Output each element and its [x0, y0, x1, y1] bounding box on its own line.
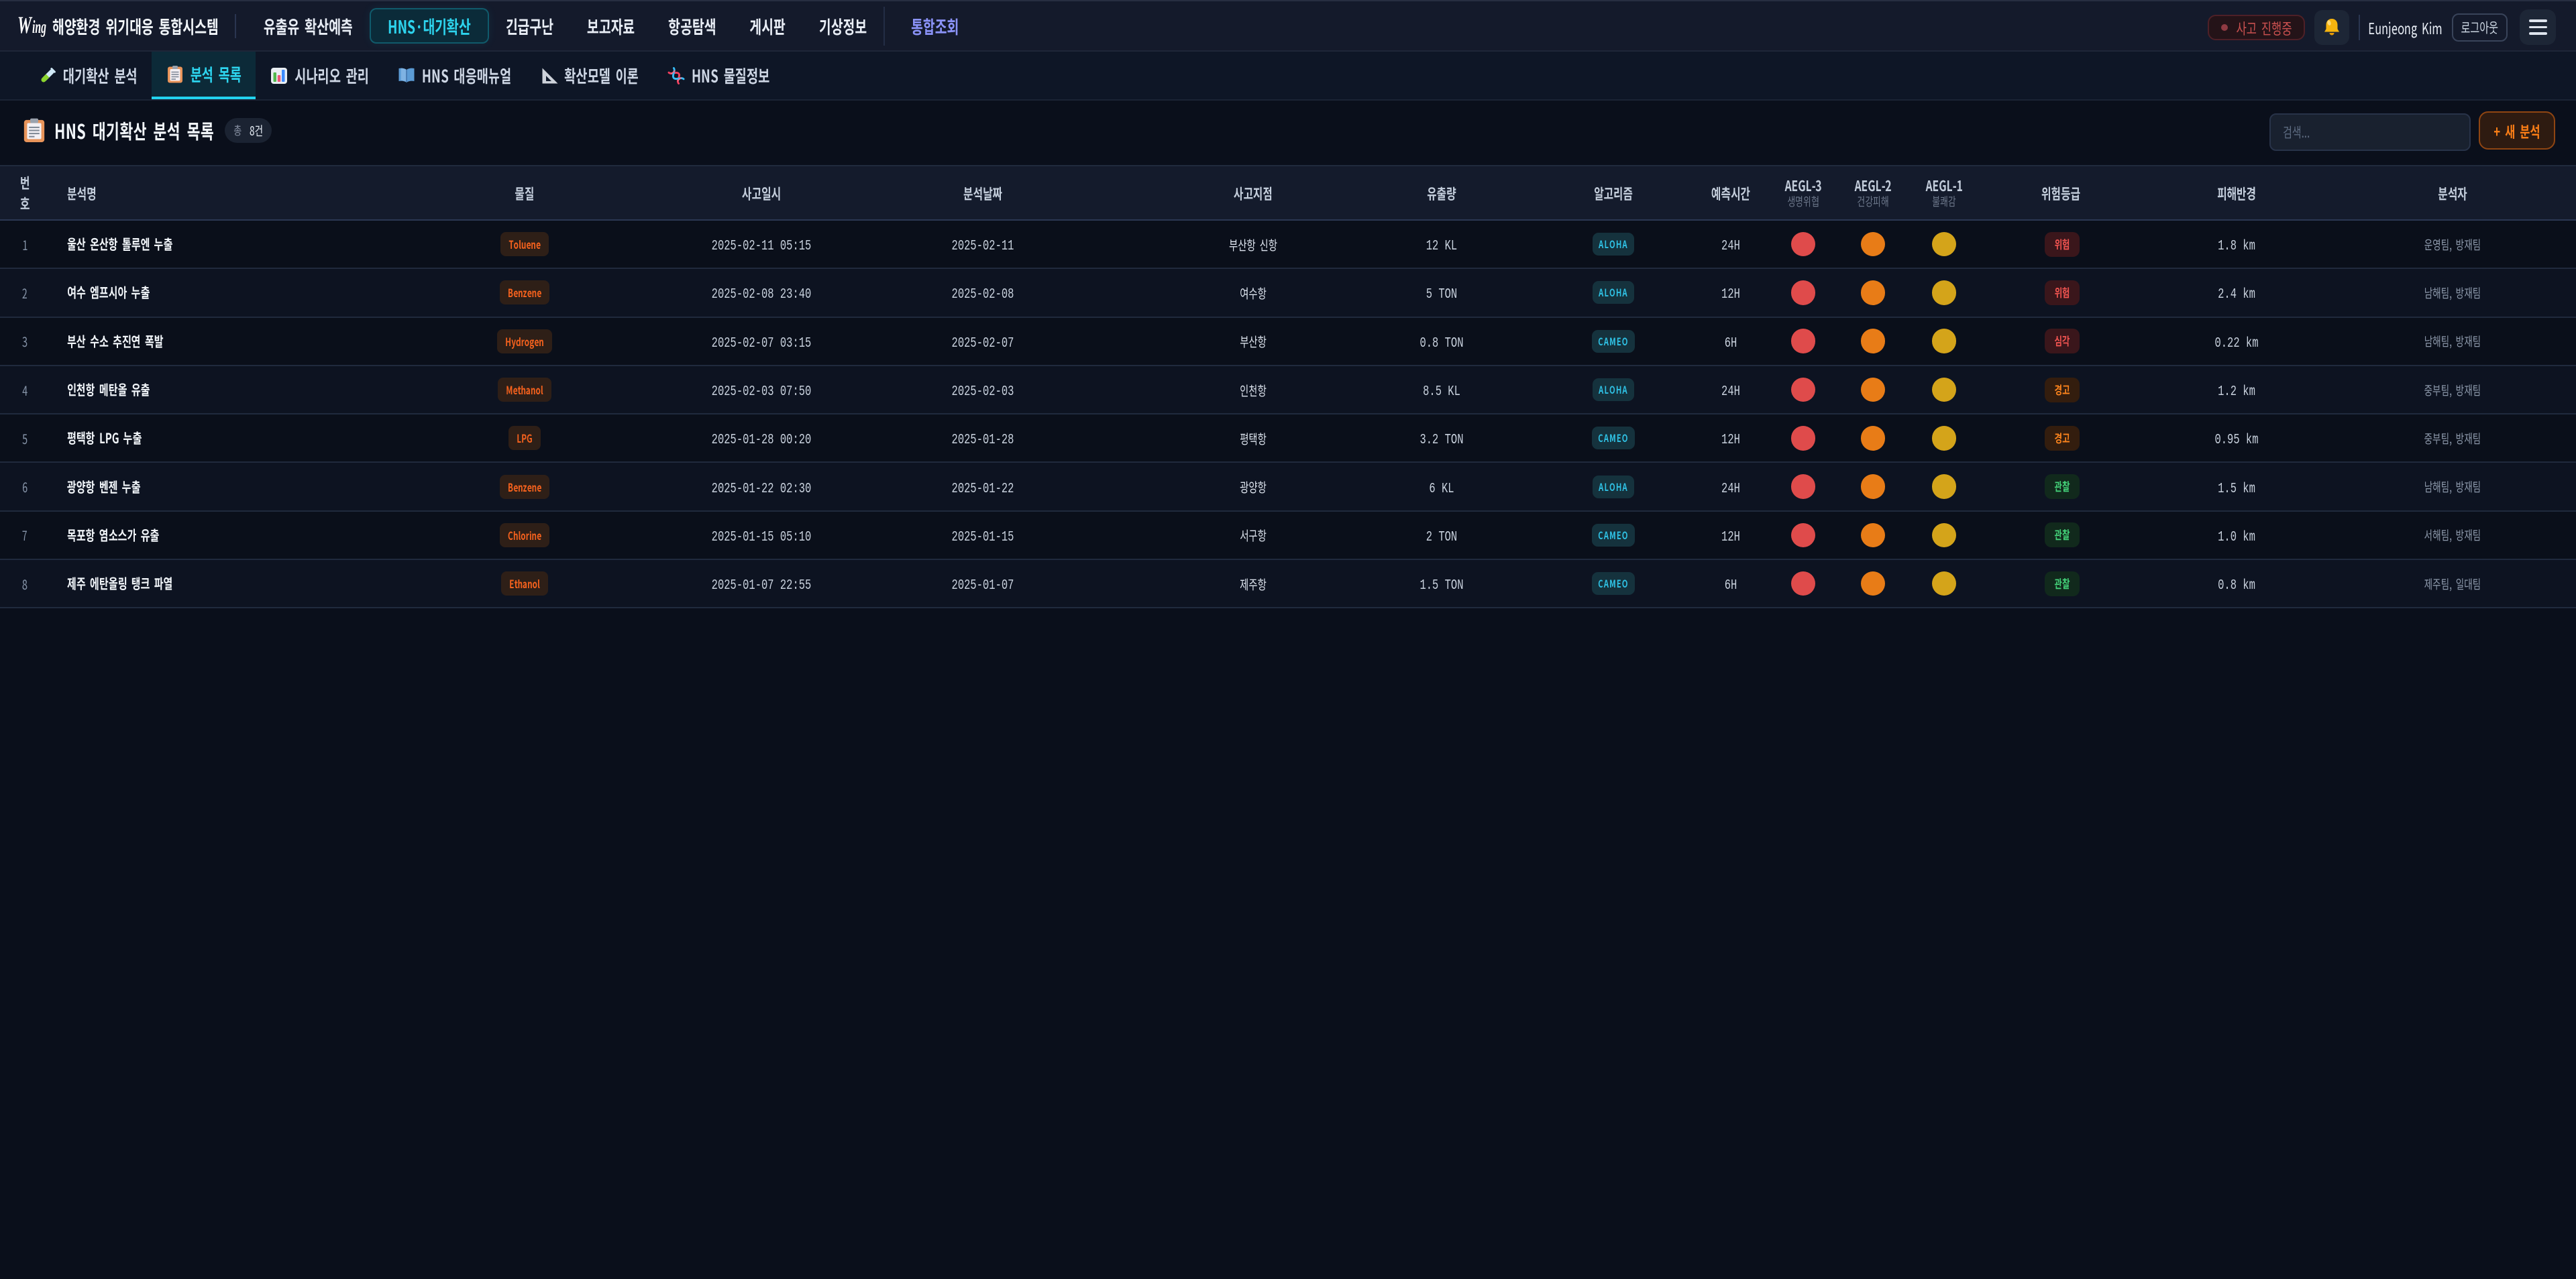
svg-text:W: W	[17, 11, 33, 38]
svg-text:ing: ing	[32, 17, 46, 37]
